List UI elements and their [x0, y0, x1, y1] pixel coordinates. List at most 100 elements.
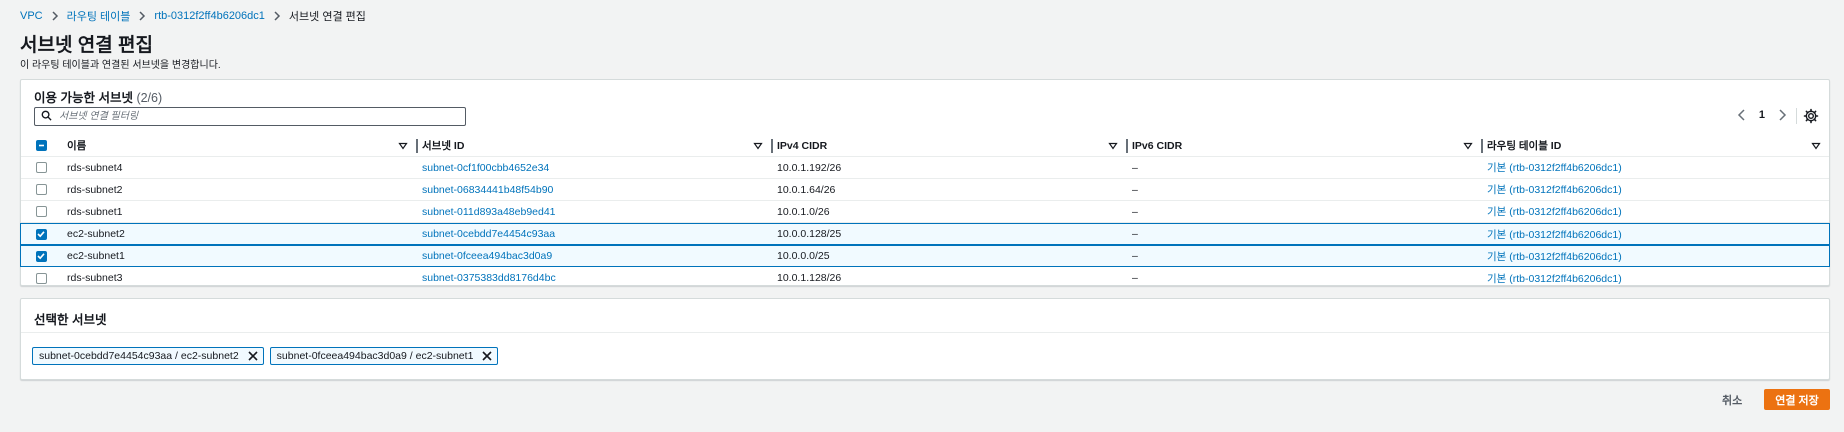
- table-row[interactable]: rds-subnet4 subnet-0cf1f00cbb4652e34 10.0.…: [21, 157, 1829, 179]
- route-table-link[interactable]: 기본 (rtb-0312f2ff4b6206dc1): [1481, 227, 1829, 242]
- row-checkbox[interactable]: [35, 228, 47, 240]
- column-label: 이름: [67, 140, 87, 152]
- route-table-link[interactable]: 기본 (rtb-0312f2ff4b6206dc1): [1481, 160, 1829, 175]
- subnet-id-link[interactable]: subnet-0fceea494bac3d0a9: [416, 250, 771, 262]
- row-checkbox-cell: [21, 162, 61, 173]
- ipv4-cidr: 10.0.1.0/26: [777, 205, 830, 218]
- subnet-name: ec2-subnet1: [67, 250, 125, 262]
- page: VPC 라우팅 테이블 rtb-0312f2ff4b6206dc1 서브넷 연결…: [0, 0, 1844, 432]
- subnet-filter-input[interactable]: [57, 110, 457, 123]
- table-row[interactable]: ec2-subnet2 subnet-0cebdd7e4454c93aa 10.0.…: [20, 223, 1830, 245]
- breadcrumb-route-tables[interactable]: 라우팅 테이블: [67, 8, 131, 24]
- row-checkbox[interactable]: [35, 162, 47, 173]
- selected-subnets-panel: 선택한 서브넷 subnet-0cebdd7e4454c93aa / ec2-s…: [20, 298, 1830, 380]
- row-checkbox[interactable]: [35, 184, 47, 195]
- breadcrumb-route-table-id[interactable]: rtb-0312f2ff4b6206dc1: [154, 10, 265, 22]
- ipv4-cidr: 10.0.0.128/25: [777, 228, 842, 240]
- caret-down-icon: [1108, 141, 1118, 151]
- row-checkbox[interactable]: [35, 206, 47, 217]
- token-label: subnet-0cebdd7e4454c93aa / ec2-subnet2: [39, 350, 239, 362]
- close-icon[interactable]: [247, 350, 259, 362]
- table-header: 이름 서브넷 ID IPv4 CIDR IPv6 CIDR 라우팅 테이블 ID: [21, 135, 1829, 157]
- row-checkbox-cell: [21, 206, 61, 217]
- table-row[interactable]: rds-subnet2 subnet-06834441b48f54b90 10.0.…: [21, 179, 1829, 201]
- ipv4-cidr: 10.0.1.64/26: [777, 183, 836, 196]
- available-subnets-title: 이용 가능한 서브넷 (2/6): [34, 87, 162, 106]
- filter-box: [34, 107, 466, 126]
- subnet-name: rds-subnet4: [67, 161, 123, 174]
- column-divider[interactable]: [1126, 138, 1128, 153]
- subnet-id-link[interactable]: subnet-011d893a48eb9ed41: [416, 206, 771, 218]
- ipv4-cidr: 10.0.0.0/25: [777, 250, 830, 262]
- column-divider[interactable]: [1481, 138, 1483, 153]
- route-table-link[interactable]: 기본 (rtb-0312f2ff4b6206dc1): [1481, 249, 1829, 264]
- breadcrumb-vpc[interactable]: VPC: [20, 10, 43, 22]
- save-associations-button[interactable]: 연결 저장: [1764, 389, 1830, 410]
- cancel-button[interactable]: 취소: [1722, 392, 1742, 408]
- subnet-name: rds-subnet3: [67, 272, 123, 284]
- caret-down-icon: [753, 141, 763, 151]
- subnet-id-link[interactable]: subnet-06834441b48f54b90: [416, 184, 771, 196]
- column-header-route-table[interactable]: 라우팅 테이블 ID: [1481, 135, 1829, 157]
- ipv6-cidr: –: [1132, 228, 1138, 240]
- available-subnets-panel: 이용 가능한 서브넷 (2/6) 1 이름: [20, 79, 1830, 286]
- selected-tokens: subnet-0cebdd7e4454c93aa / ec2-subnet2 su…: [32, 347, 499, 365]
- gear-icon[interactable]: [1803, 108, 1819, 124]
- ipv6-cidr: –: [1132, 183, 1138, 196]
- page-title: 서브넷 연결 편집: [20, 35, 153, 56]
- search-icon: [41, 110, 52, 124]
- ipv6-cidr: –: [1132, 250, 1138, 262]
- row-checkbox[interactable]: [35, 272, 47, 284]
- selected-subnet-token: subnet-0fceea494bac3d0a9 / ec2-subnet1: [269, 347, 499, 365]
- column-divider[interactable]: [416, 138, 418, 153]
- caret-down-icon: [1811, 141, 1821, 151]
- caret-down-icon: [398, 141, 408, 151]
- column-header-ipv6[interactable]: IPv6 CIDR: [1126, 135, 1481, 157]
- column-label: 서브넷 ID: [422, 140, 465, 152]
- page-number[interactable]: 1: [1759, 109, 1765, 121]
- subnets-table: 이름 서브넷 ID IPv4 CIDR IPv6 CIDR 라우팅 테이블 ID…: [20, 135, 1830, 289]
- column-header-ipv4[interactable]: IPv4 CIDR: [771, 135, 1126, 157]
- next-page-button[interactable]: [1775, 108, 1789, 122]
- table-row[interactable]: ec2-subnet1 subnet-0fceea494bac3d0a9 10.0.…: [20, 245, 1830, 267]
- ipv4-cidr: 10.0.1.128/26: [777, 272, 842, 284]
- selected-subnets-title: 선택한 서브넷: [34, 313, 107, 327]
- close-icon[interactable]: [481, 350, 493, 362]
- subnet-id-link[interactable]: subnet-0cebdd7e4454c93aa: [416, 228, 771, 240]
- available-subnets-heading: 이용 가능한 서브넷: [34, 91, 133, 105]
- chevron-right-icon: [136, 10, 148, 22]
- breadcrumb: VPC 라우팅 테이블 rtb-0312f2ff4b6206dc1 서브넷 연결…: [20, 8, 366, 24]
- column-label: IPv4 CIDR: [777, 139, 828, 152]
- row-checkbox-cell: [21, 184, 61, 195]
- column-divider[interactable]: [771, 138, 773, 153]
- previous-page-button[interactable]: [1735, 108, 1749, 122]
- token-label: subnet-0fceea494bac3d0a9 / ec2-subnet1: [276, 350, 474, 362]
- ipv6-cidr: –: [1132, 161, 1138, 174]
- checkmark-icon: [37, 231, 45, 238]
- selected-subnets-header: 선택한 서브넷: [21, 299, 1829, 333]
- column-label: 라우팅 테이블 ID: [1487, 140, 1562, 152]
- route-table-link[interactable]: 기본 (rtb-0312f2ff4b6206dc1): [1481, 204, 1829, 219]
- table-row[interactable]: rds-subnet1 subnet-011d893a48eb9ed41 10.0.…: [21, 201, 1829, 223]
- column-header-subnet-id[interactable]: 서브넷 ID: [416, 135, 771, 157]
- subnet-name: rds-subnet2: [67, 183, 123, 196]
- table-row[interactable]: rds-subnet3 subnet-0375383dd8176d4bc 10.0.…: [21, 267, 1829, 289]
- ipv6-cidr: –: [1132, 205, 1138, 218]
- route-table-link[interactable]: 기본 (rtb-0312f2ff4b6206dc1): [1481, 182, 1829, 197]
- ipv6-cidr: –: [1132, 272, 1138, 284]
- selected-count: (2/6): [136, 91, 163, 105]
- route-table-link[interactable]: 기본 (rtb-0312f2ff4b6206dc1): [1481, 271, 1829, 286]
- chevron-right-icon: [49, 10, 61, 22]
- row-checkbox[interactable]: [35, 250, 47, 262]
- ipv4-cidr: 10.0.1.192/26: [777, 161, 842, 174]
- breadcrumb-current: 서브넷 연결 편집: [288, 11, 366, 23]
- select-all-checkbox[interactable]: [35, 140, 47, 151]
- subnet-id-link[interactable]: subnet-0cf1f00cbb4652e34: [416, 162, 771, 174]
- column-header-name[interactable]: 이름: [61, 135, 416, 157]
- page-description: 이 라우팅 테이블과 연결된 서브넷을 변경합니다.: [20, 60, 221, 71]
- select-all-cell: [21, 140, 61, 151]
- pager-divider: [1796, 108, 1797, 124]
- row-checkbox-cell: [21, 250, 61, 262]
- subnet-id-link[interactable]: subnet-0375383dd8176d4bc: [416, 272, 771, 284]
- row-checkbox-cell: [21, 228, 61, 240]
